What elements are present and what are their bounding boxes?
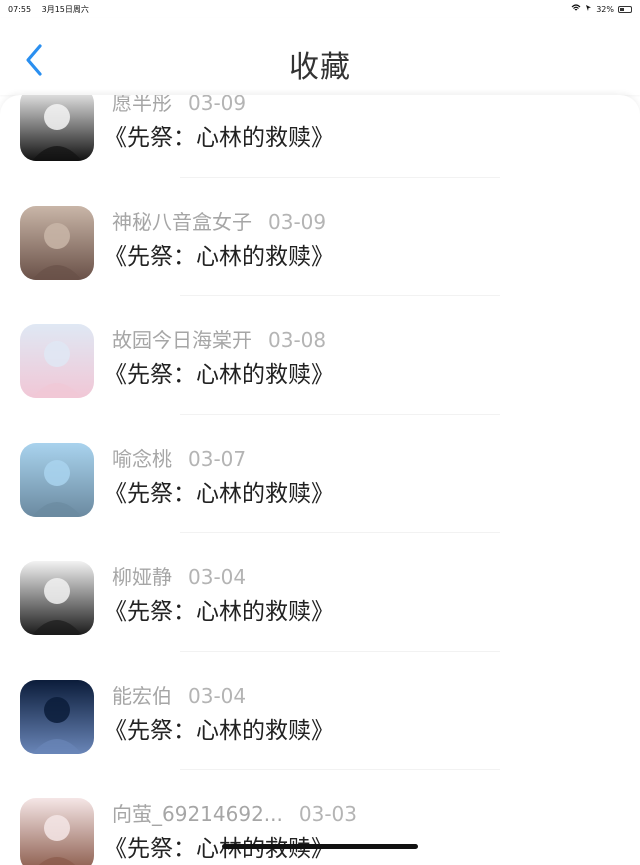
item-title[interactable]: 《先祭：心林的救赎》 (104, 355, 334, 389)
list-item[interactable]: 喻念桃 03-07 《先祭：心林的救赎》 (0, 415, 640, 533)
location-icon (585, 4, 592, 14)
list-item[interactable]: 向萤_69214692... 03-03 《先祭：心林的救赎》 (0, 770, 640, 865)
item-date: 03-03 (298, 802, 357, 826)
item-meta: 故园今日海棠开 03-08 (112, 324, 326, 353)
avatar[interactable] (20, 561, 94, 635)
nav-bar: 收藏 (0, 18, 640, 95)
status-time: 07:55 (8, 4, 32, 14)
status-left: 07:55 3月15日周六 (8, 4, 97, 15)
item-date: 03-09 (188, 95, 247, 115)
avatar[interactable] (20, 205, 94, 280)
author-name[interactable]: 向萤_69214692... (112, 802, 283, 826)
battery-percent: 32% (596, 4, 614, 14)
item-date: 03-09 (268, 209, 327, 234)
status-date: 3月15日周六 (41, 4, 89, 14)
status-bar: 07:55 3月15日周六 32% (0, 0, 640, 18)
avatar[interactable] (20, 798, 94, 865)
item-title[interactable]: 《先祭：心林的救赎》 (104, 474, 334, 508)
item-meta: 神秘八音盒女子 03-09 (112, 206, 326, 235)
avatar[interactable] (20, 324, 94, 398)
item-title[interactable]: 《先祭：心林的救赎》 (104, 711, 334, 745)
list-item[interactable]: 能宏伯 03-04 《先祭：心林的救赎》 (0, 652, 640, 770)
author-name[interactable]: 故园今日海棠开 (112, 328, 252, 352)
item-meta: 愿半彤 03-09 (112, 95, 246, 116)
author-name[interactable]: 能宏伯 (112, 684, 172, 708)
list-item[interactable]: 柳娅静 03-04 《先祭：心林的救赎》 (0, 533, 640, 652)
status-right: 32% (571, 4, 632, 14)
battery-icon (618, 5, 632, 13)
list-item[interactable]: 神秘八音盒女子 03-09 《先祭：心林的救赎》 (0, 178, 640, 296)
favorites-list-inner: 愿半彤 03-09 《先祭：心林的救赎》 神秘八音盒女子 03-09 《先祭：心林的… (0, 95, 640, 865)
list-item[interactable]: 愿半彤 03-09 《先祭：心林的救赎》 (0, 95, 640, 178)
avatar[interactable] (20, 679, 94, 754)
author-name[interactable]: 愿半彤 (112, 95, 172, 115)
avatar[interactable] (20, 442, 94, 517)
page-title: 收藏 (289, 50, 351, 85)
item-date: 03-04 (188, 683, 247, 708)
item-meta: 柳娅静 03-04 (112, 561, 246, 590)
item-meta: 喻念桃 03-07 (112, 443, 246, 472)
wifi-icon (571, 4, 581, 14)
item-date: 03-08 (268, 328, 327, 352)
author-name[interactable]: 神秘八音盒女子 (112, 210, 252, 234)
item-meta: 向萤_69214692... 03-03 (112, 798, 357, 827)
item-title[interactable]: 《先祭：心林的救赎》 (104, 118, 334, 152)
item-title[interactable]: 《先祭：心林的救赎》 (104, 237, 334, 271)
avatar[interactable] (20, 95, 94, 161)
author-name[interactable]: 柳娅静 (112, 565, 172, 589)
favorites-list: 愿半彤 03-09 《先祭：心林的救赎》 神秘八音盒女子 03-09 《先祭：心林的… (0, 95, 640, 865)
item-date: 03-07 (188, 446, 247, 471)
item-title[interactable]: 《先祭：心林的救赎》 (104, 592, 334, 626)
home-indicator (222, 844, 418, 849)
item-meta: 能宏伯 03-04 (112, 680, 246, 709)
list-item[interactable]: 故园今日海棠开 03-08 《先祭：心林的救赎》 (0, 296, 640, 415)
item-date: 03-04 (188, 565, 247, 589)
author-name[interactable]: 喻念桃 (112, 447, 172, 471)
